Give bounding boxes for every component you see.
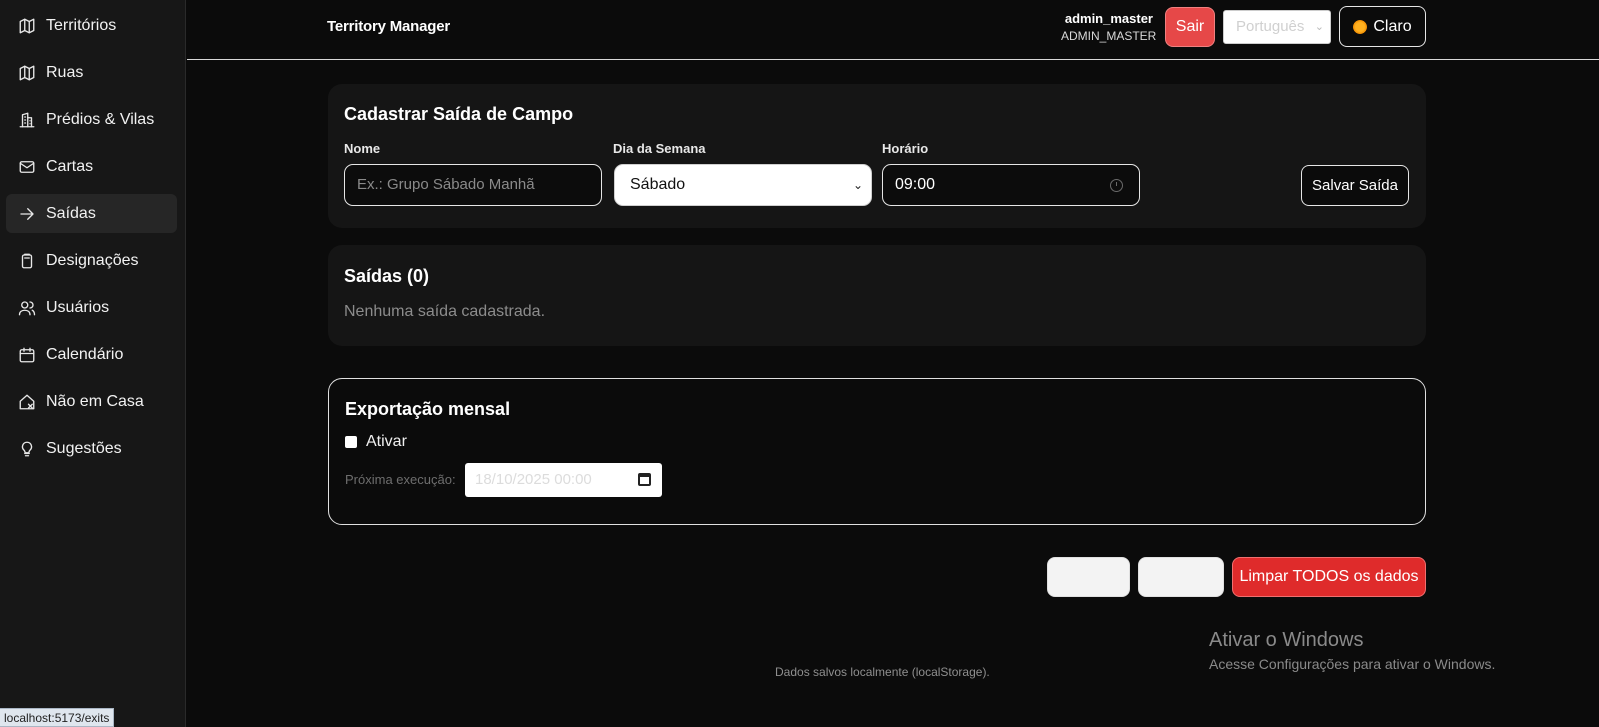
- user-info: admin_master ADMIN_MASTER: [1061, 11, 1157, 44]
- app-brand: Territory Manager: [327, 18, 451, 35]
- empty-state-text: Nenhuma saída cadastrada.: [344, 303, 546, 320]
- footer-note: Dados salvos localmente (localStorage).: [775, 665, 990, 679]
- sidebar-item-label: Usuários: [46, 298, 110, 316]
- theme-toggle-button[interactable]: Claro: [1339, 6, 1426, 47]
- sidebar-nav: Territórios Ruas Prédios & Vilas Cartas …: [0, 0, 185, 468]
- watermark-subtitle: Acesse Configurações para ativar o Windo…: [1209, 656, 1496, 672]
- sidebar-item-ruas[interactable]: Ruas: [6, 53, 177, 92]
- map-icon: [18, 17, 36, 35]
- weekday-label: Dia da Semana: [613, 141, 706, 156]
- action-button-1[interactable]: [1047, 557, 1130, 597]
- clock-icon[interactable]: [1110, 179, 1123, 192]
- sidebar-item-label: Territórios: [46, 16, 117, 34]
- enable-label: Ativar: [366, 433, 407, 450]
- sidebar-item-label: Designações: [46, 251, 139, 269]
- clipboard-icon: [18, 252, 36, 270]
- enable-checkbox[interactable]: [345, 436, 357, 448]
- language-value: Português: [1236, 18, 1305, 35]
- user-role: ADMIN_MASTER: [1061, 29, 1157, 43]
- windows-activation-watermark: Ativar o Windows Acesse Configurações pa…: [1209, 628, 1495, 674]
- exits-list-title: Saídas (0): [344, 266, 430, 286]
- time-value: 09:00: [895, 176, 936, 193]
- sidebar-item-nao-em-casa[interactable]: Não em Casa: [6, 382, 177, 421]
- sun-icon: [1353, 19, 1368, 34]
- enable-export-toggle[interactable]: Ativar: [345, 433, 407, 451]
- export-title: Exportação mensal: [345, 399, 511, 419]
- house-x-icon: [18, 393, 36, 411]
- language-select[interactable]: Português ⌄: [1223, 10, 1331, 44]
- weekday-select[interactable]: Sábado ⌄: [614, 164, 872, 206]
- sidebar-item-designacoes[interactable]: Designações: [6, 241, 177, 280]
- next-run-value: 18/10/2025 00:00: [475, 471, 592, 488]
- chevron-down-icon: ⌄: [852, 178, 863, 192]
- mail-icon: [18, 158, 36, 176]
- form-title: Cadastrar Saída de Campo: [344, 104, 574, 124]
- lightbulb-icon: [18, 440, 36, 458]
- sidebar-item-calendario[interactable]: Calendário: [6, 335, 177, 374]
- sidebar-item-territorios[interactable]: Territórios: [6, 6, 177, 45]
- sidebar-item-label: Ruas: [46, 63, 84, 81]
- logout-button[interactable]: Sair: [1165, 7, 1215, 47]
- sidebar-item-cartas[interactable]: Cartas: [6, 147, 177, 186]
- browser-status-url: localhost:5173/exits: [0, 708, 115, 727]
- next-run-label: Próxima execução:: [345, 472, 456, 487]
- sidebar-item-label: Calendário: [46, 345, 124, 363]
- name-placeholder: Ex.: Grupo Sábado Manhã: [357, 176, 535, 193]
- name-label: Nome: [344, 141, 381, 156]
- user-name: admin_master: [1064, 11, 1153, 26]
- sidebar-item-label: Saídas: [46, 204, 96, 222]
- save-exit-button[interactable]: Salvar Saída: [1301, 165, 1409, 206]
- action-button-2[interactable]: [1138, 557, 1224, 597]
- top-header: Territory Manager admin_master ADMIN_MAS…: [187, 0, 1599, 60]
- sidebar-item-label: Prédios & Vilas: [46, 110, 155, 128]
- app-root: Territórios Ruas Prédios & Vilas Cartas …: [0, 0, 1599, 727]
- sidebar-item-label: Cartas: [46, 157, 94, 175]
- calendar-icon: [18, 346, 36, 364]
- sidebar-item-sugestoes[interactable]: Sugestões: [6, 429, 177, 468]
- building-icon: [18, 111, 36, 129]
- sidebar-item-usuarios[interactable]: Usuários: [6, 288, 177, 327]
- clear-all-data-button[interactable]: Limpar TODOS os dados: [1232, 557, 1426, 597]
- sidebar-item-label: Sugestões: [46, 439, 122, 457]
- watermark-title: Ativar o Windows: [1209, 629, 1364, 651]
- sidebar-item-saidas[interactable]: Saídas: [6, 194, 177, 233]
- exit-form-card: Cadastrar Saída de Campo Nome Ex.: Grupo…: [328, 84, 1426, 228]
- sidebar: Territórios Ruas Prédios & Vilas Cartas …: [0, 0, 186, 727]
- users-icon: [18, 299, 36, 317]
- sidebar-item-label: Não em Casa: [46, 392, 144, 410]
- calendar-icon[interactable]: [638, 473, 651, 486]
- weekday-value: Sábado: [630, 176, 686, 193]
- theme-label: Claro: [1373, 17, 1412, 35]
- sidebar-item-predios-vilas[interactable]: Prédios & Vilas: [6, 100, 177, 139]
- chevron-down-icon: ⌄: [1314, 21, 1324, 33]
- time-input[interactable]: 09:00: [882, 164, 1140, 206]
- time-label: Horário: [882, 141, 929, 156]
- map-icon: [18, 64, 36, 82]
- monthly-export-card: Exportação mensal Ativar Próxima execuçã…: [328, 378, 1426, 525]
- next-run-datetime-input[interactable]: 18/10/2025 00:00: [465, 463, 662, 497]
- name-input[interactable]: Ex.: Grupo Sábado Manhã: [344, 164, 602, 206]
- arrow-right-icon: [18, 205, 36, 223]
- exits-list-card: Saídas (0) Nenhuma saída cadastrada.: [328, 245, 1426, 346]
